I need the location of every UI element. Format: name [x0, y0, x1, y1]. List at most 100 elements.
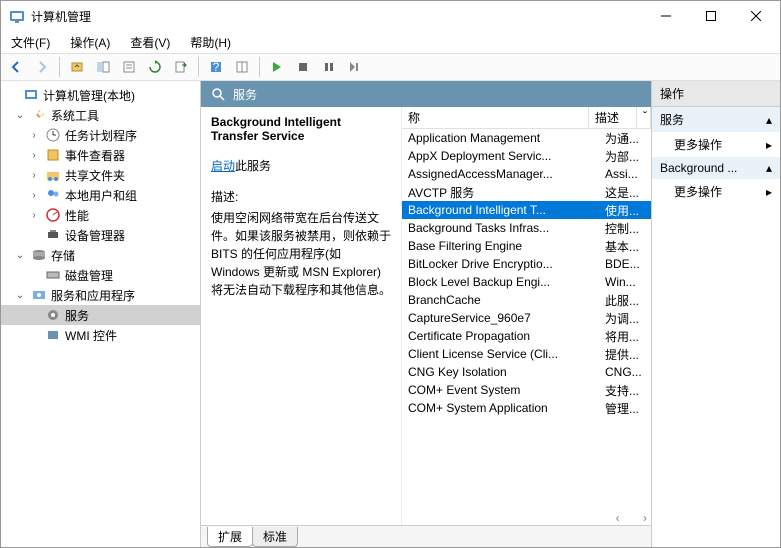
service-row[interactable]: Background Tasks Infras...控制...	[402, 219, 651, 237]
actions-group-selected[interactable]: Background ... ▴	[652, 157, 780, 179]
wrench-icon	[31, 107, 47, 123]
tree-device-manager[interactable]: 设备管理器	[1, 225, 200, 245]
expander-collapse-icon[interactable]: ⌄	[13, 288, 27, 302]
disk-icon	[45, 267, 61, 283]
service-row[interactable]: Block Level Backup Engi...Win...	[402, 273, 651, 291]
toolbar-separator	[59, 57, 60, 77]
expander-icon[interactable]	[5, 88, 19, 102]
view-tabs: 扩展 标准	[201, 525, 651, 547]
up-button[interactable]	[66, 56, 88, 78]
maximize-button[interactable]	[688, 1, 733, 31]
service-name-cell: Client License Service (Cli...	[402, 347, 603, 361]
service-row[interactable]: Client License Service (Cli...提供...	[402, 345, 651, 363]
start-service-link[interactable]: 启动	[211, 159, 235, 173]
menu-help[interactable]: 帮助(H)	[184, 32, 237, 53]
tree-label: 计算机管理(本地)	[43, 87, 135, 104]
event-icon	[45, 147, 61, 163]
service-row[interactable]: Background Intelligent T...使用...	[402, 201, 651, 219]
service-row[interactable]: CNG Key IsolationCNG...	[402, 363, 651, 381]
list-body[interactable]: Application Management为通...AppX Deployme…	[402, 129, 651, 511]
actions-more-2[interactable]: 更多操作 ▸	[652, 179, 780, 204]
service-desc-cell: 支持...	[603, 382, 651, 399]
service-row[interactable]: COM+ Event System支持...	[402, 381, 651, 399]
actions-group-services[interactable]: 服务 ▴	[652, 107, 780, 132]
close-button[interactable]	[733, 1, 778, 31]
service-row[interactable]: AppX Deployment Servic...为部...	[402, 147, 651, 165]
service-row[interactable]: BranchCache此服...	[402, 291, 651, 309]
service-row[interactable]: Base Filtering Engine基本...	[402, 237, 651, 255]
toolbar-separator	[259, 57, 260, 77]
tree-event-viewer[interactable]: › 事件查看器	[1, 145, 200, 165]
start-service-button[interactable]	[266, 56, 288, 78]
service-row[interactable]: COM+ System Application管理...	[402, 399, 651, 417]
help-button[interactable]: ?	[205, 56, 227, 78]
service-row[interactable]: CaptureService_960e7为调...	[402, 309, 651, 327]
tree-services[interactable]: 服务	[1, 305, 200, 325]
tree-root[interactable]: 计算机管理(本地)	[1, 85, 200, 105]
start-suffix: 此服务	[235, 159, 271, 173]
spacer	[27, 268, 41, 282]
column-name[interactable]: 称	[402, 107, 589, 128]
service-name-cell: CNG Key Isolation	[402, 365, 603, 379]
tree-performance[interactable]: › 性能	[1, 205, 200, 225]
actions-group-label: 服务	[660, 111, 684, 128]
menu-view[interactable]: 查看(V)	[124, 32, 176, 53]
service-name-cell: BranchCache	[402, 293, 603, 307]
titlebar: 计算机管理	[1, 1, 780, 31]
expander-expand-icon[interactable]: ›	[27, 168, 41, 182]
service-desc-cell: 管理...	[603, 400, 651, 417]
back-button[interactable]	[5, 56, 27, 78]
tree-services-apps[interactable]: ⌄ 服务和应用程序	[1, 285, 200, 305]
tree-wmi[interactable]: WMI 控件	[1, 325, 200, 345]
properties-button[interactable]	[118, 56, 140, 78]
pause-service-button[interactable]	[318, 56, 340, 78]
collapse-icon[interactable]: ▴	[766, 113, 772, 127]
service-row[interactable]: AssignedAccessManager...Assi...	[402, 165, 651, 183]
show-hide-tree-button[interactable]	[92, 56, 114, 78]
forward-button[interactable]	[31, 56, 53, 78]
expander-expand-icon[interactable]: ›	[27, 148, 41, 162]
expander-collapse-icon[interactable]: ⌄	[13, 248, 27, 262]
collapse-icon[interactable]: ▴	[766, 161, 772, 175]
service-row[interactable]: BitLocker Drive Encryptio...BDE...	[402, 255, 651, 273]
tree-shared-folders[interactable]: › 共享文件夹	[1, 165, 200, 185]
tree-disk-management[interactable]: 磁盘管理	[1, 265, 200, 285]
restart-service-button[interactable]	[344, 56, 366, 78]
column-more-indicator[interactable]: ˇ	[637, 107, 651, 128]
service-row[interactable]: Application Management为通...	[402, 129, 651, 147]
tree-panel[interactable]: 计算机管理(本地) ⌄ 系统工具 › 任务计划程序 › 事件查看器 › 共享文件…	[1, 81, 201, 547]
tree-local-users[interactable]: › 本地用户和组	[1, 185, 200, 205]
service-row[interactable]: AVCTP 服务这是...	[402, 183, 651, 201]
columns-button[interactable]	[231, 56, 253, 78]
service-row[interactable]: Certificate Propagation将用...	[402, 327, 651, 345]
service-desc-cell: 基本...	[603, 238, 651, 255]
tab-extended[interactable]: 扩展	[207, 527, 253, 547]
export-button[interactable]	[170, 56, 192, 78]
service-desc-cell: 此服...	[603, 292, 651, 309]
column-description[interactable]: 描述	[589, 107, 637, 128]
menu-action[interactable]: 操作(A)	[64, 32, 116, 53]
expander-expand-icon[interactable]: ›	[27, 128, 41, 142]
menu-file[interactable]: 文件(F)	[5, 32, 56, 53]
tab-standard[interactable]: 标准	[252, 527, 298, 547]
description-label: 描述:	[211, 188, 391, 205]
refresh-button[interactable]	[144, 56, 166, 78]
tree-system-tools[interactable]: ⌄ 系统工具	[1, 105, 200, 125]
expander-expand-icon[interactable]: ›	[27, 208, 41, 222]
tree-storage[interactable]: ⌄ 存储	[1, 245, 200, 265]
actions-panel: 操作 服务 ▴ 更多操作 ▸ Background ... ▴ 更多操作 ▸	[652, 81, 780, 547]
app-icon	[9, 8, 25, 24]
wmi-icon	[45, 327, 61, 343]
actions-more-1[interactable]: 更多操作 ▸	[652, 132, 780, 157]
tree-task-scheduler[interactable]: › 任务计划程序	[1, 125, 200, 145]
minimize-button[interactable]	[643, 1, 688, 31]
expander-expand-icon[interactable]: ›	[27, 188, 41, 202]
expander-collapse-icon[interactable]: ⌄	[13, 108, 27, 122]
action-label: 更多操作	[674, 183, 722, 200]
service-desc-cell: Win...	[603, 275, 651, 289]
service-desc-cell: 使用...	[603, 202, 651, 219]
tree-label: 共享文件夹	[65, 167, 125, 184]
service-detail: Background Intelligent Transfer Service …	[201, 107, 401, 525]
stop-service-button[interactable]	[292, 56, 314, 78]
horizontal-scroll[interactable]: ‹ ›	[402, 511, 651, 525]
